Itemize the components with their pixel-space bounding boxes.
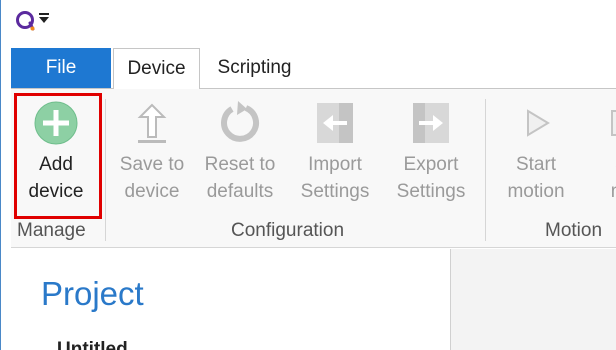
play-icon	[527, 109, 550, 137]
import-icon	[317, 103, 353, 143]
title-bar	[1, 0, 616, 38]
stop-motion-button[interactable]: St mo	[589, 95, 616, 213]
ribbon-tabs: File Device Scripting	[1, 48, 616, 89]
main-content: Project Untitled	[11, 249, 616, 350]
reset-to-defaults-button[interactable]: Reset to defaults	[199, 95, 281, 213]
reset-icon	[221, 101, 259, 142]
upload-arrow-icon	[137, 103, 167, 143]
stop-motion-label: St mo	[611, 151, 616, 205]
group-label-motion: Motion	[545, 220, 603, 241]
app-logo-icon[interactable]	[14, 9, 36, 31]
start-motion-label: Start motion	[507, 154, 565, 202]
reset-to-defaults-label: Reset to defaults	[204, 154, 276, 202]
import-settings-label: Import Settings	[300, 154, 370, 202]
tab-device[interactable]: Device	[113, 48, 200, 89]
project-title: Project	[41, 275, 144, 312]
highlight-box	[14, 93, 102, 219]
ribbon: Add device Save to device Reset to defau…	[11, 88, 616, 248]
tab-scripting[interactable]: Scripting	[202, 48, 307, 88]
group-label-configuration: Configuration	[231, 220, 345, 241]
group-separator	[485, 99, 486, 241]
group-separator	[105, 99, 106, 241]
save-to-device-label: Save to device	[119, 154, 185, 202]
quick-access-dropdown-icon[interactable]	[38, 12, 50, 24]
group-label-manage: Manage	[17, 220, 86, 241]
app-window: File Device Scripting Add device Save to…	[0, 0, 616, 350]
stop-icon	[611, 110, 616, 136]
save-to-device-button[interactable]: Save to device	[115, 95, 189, 213]
project-name[interactable]: Untitled	[57, 339, 128, 350]
export-settings-button[interactable]: Export Settings	[391, 95, 471, 213]
import-settings-button[interactable]: Import Settings	[295, 95, 375, 213]
export-settings-label: Export Settings	[396, 154, 466, 202]
tab-file[interactable]: File	[11, 48, 111, 88]
project-pane: Project Untitled	[11, 249, 451, 350]
export-icon	[413, 103, 449, 143]
start-motion-button[interactable]: Start motion	[501, 95, 571, 213]
